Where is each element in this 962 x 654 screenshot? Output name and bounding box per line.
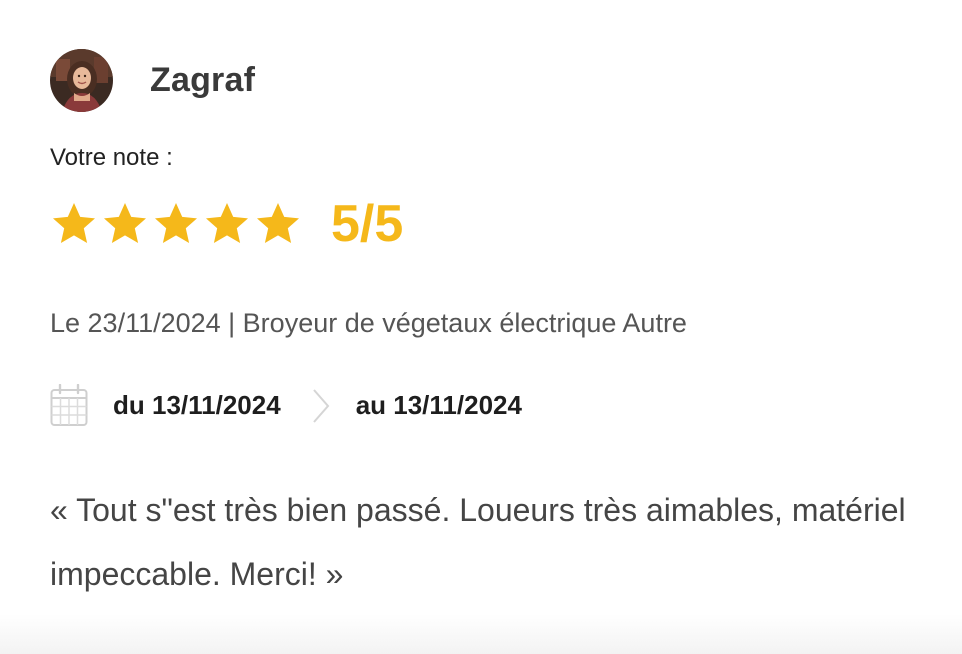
chevron-right-icon	[312, 388, 330, 423]
end-date: au 13/11/2024	[355, 390, 522, 420]
rating-label: Votre note :	[50, 144, 173, 171]
avatar	[50, 49, 113, 112]
star-icon	[53, 203, 95, 243]
calendar-icon	[50, 384, 88, 426]
review-author: Zagraf	[50, 49, 255, 112]
author-name: Zagraf	[150, 61, 256, 99]
star-icon	[155, 203, 197, 243]
star-rating	[50, 200, 305, 248]
review-comment: « Tout s"est très bien passé. Loueurs tr…	[50, 492, 906, 592]
start-date: du 13/11/2024	[113, 390, 281, 420]
avatar-photo	[50, 49, 113, 112]
star-icon	[206, 203, 248, 243]
star-icon	[104, 203, 146, 243]
rental-period: du 13/11/2024 au 13/11/2024	[50, 384, 522, 427]
review-meta: Le 23/11/2024 | Broyeur de végetaux élec…	[50, 308, 687, 338]
review-card: Zagraf Votre note : 5/5 Le 23/11/2024 | …	[0, 0, 962, 654]
card-bottom-shadow	[0, 614, 962, 654]
rating: 5/5	[50, 198, 403, 250]
star-icon	[257, 203, 299, 243]
rating-score: 5/5	[331, 195, 404, 253]
